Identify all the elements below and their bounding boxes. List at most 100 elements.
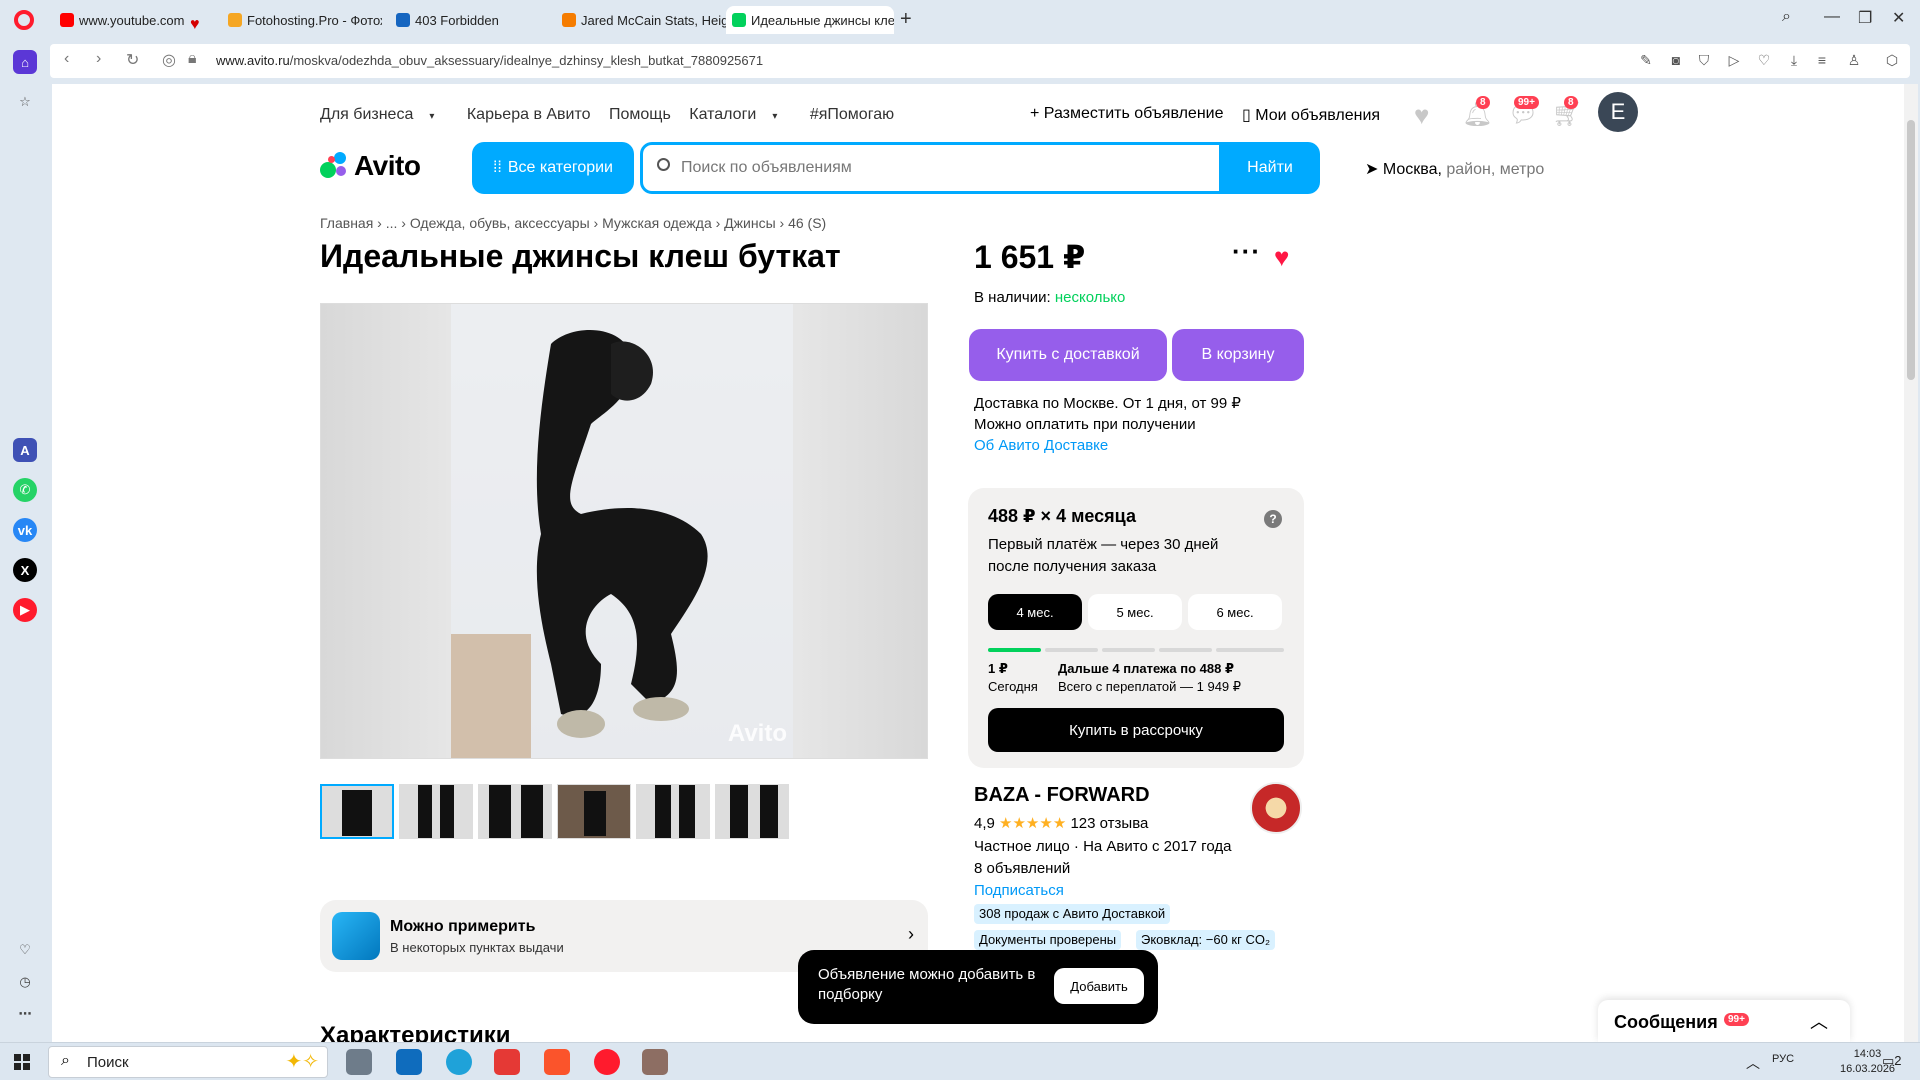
add-to-cart-button[interactable]: В корзину (1172, 329, 1304, 381)
tray-chevron-up-icon[interactable]: ︿ (1746, 1053, 1760, 1073)
tab-youtube[interactable]: www.youtube.com (54, 6, 184, 34)
nav-career[interactable]: Карьера в Авито (467, 106, 591, 123)
star-icon[interactable]: ☆ (13, 90, 37, 114)
thumbnail[interactable] (636, 784, 710, 839)
all-categories-button[interactable]: ⁞⁞ Все категории (472, 142, 634, 194)
close-window-icon[interactable]: ✕ (1892, 8, 1905, 28)
vk-icon[interactable]: vk (13, 518, 37, 542)
delivery-info: Доставка по Москве. От 1 дня, от 99 ₽ Мо… (974, 395, 1241, 456)
more-options-icon[interactable]: ⋯ (13, 1002, 37, 1026)
term-option-4[interactable]: 4 мес. (988, 594, 1082, 630)
new-tab-icon[interactable]: + (900, 8, 912, 31)
messages-badge: 99+ (1514, 96, 1539, 109)
x-twitter-icon[interactable]: X (13, 558, 37, 582)
help-icon[interactable]: ? (1264, 510, 1282, 528)
subscribe-link[interactable]: Подписаться (974, 880, 1231, 902)
edit-icon[interactable]: ✎ (1638, 52, 1654, 68)
thumbnail[interactable] (478, 784, 552, 839)
brave-icon[interactable] (544, 1049, 570, 1075)
seller-rating[interactable]: 4,9 ★★★★★ 123 отзыва (974, 814, 1148, 832)
taskbar-search[interactable]: ⌕ Поиск ✦✧ (48, 1046, 328, 1078)
avatar[interactable]: E (1598, 92, 1638, 132)
search-input[interactable]: Поиск по объявлениям (640, 142, 1222, 194)
buy-installment-button[interactable]: Купить в рассрочку (988, 708, 1284, 752)
thumbnail[interactable] (715, 784, 789, 839)
history-icon[interactable]: ◷ (13, 970, 37, 994)
aria-icon[interactable]: A (13, 438, 37, 462)
favorites-icon[interactable]: ♥ (1414, 100, 1442, 130)
about-delivery-link[interactable]: Об Авито Доставке (974, 435, 1241, 456)
nav-help[interactable]: Помощь (609, 106, 671, 123)
task-view-icon[interactable] (346, 1049, 372, 1075)
back-icon[interactable]: ‹ (64, 50, 69, 68)
thumbnail[interactable] (557, 784, 631, 839)
game-app-icon[interactable] (642, 1049, 668, 1075)
notif-badge: 8 (1476, 96, 1490, 109)
favorites-heart-icon[interactable]: ♡ (13, 938, 37, 962)
try-on-icon (332, 912, 380, 960)
tab-jared-mccain[interactable]: Jared McCain Stats, Heigh (556, 6, 726, 34)
camera-icon[interactable]: ◙ (1668, 52, 1684, 68)
forward-icon[interactable]: › (96, 50, 101, 68)
term-option-6[interactable]: 6 мес. (1188, 594, 1282, 630)
chevron-up-icon[interactable]: ︿ (1810, 1008, 1828, 1034)
seller-name[interactable]: BAZA - FORWARD (974, 784, 1150, 807)
term-option-5[interactable]: 5 мес. (1088, 594, 1182, 630)
menu-icon[interactable]: ≡ (1814, 52, 1830, 68)
scrollbar-thumb[interactable] (1907, 120, 1915, 380)
edge-icon[interactable] (446, 1049, 472, 1075)
photo-thumbnails (320, 784, 789, 839)
tab-search-icon[interactable]: ⌕ (1782, 8, 1791, 26)
home-icon[interactable]: ⌂ (13, 50, 37, 74)
post-ad-link[interactable]: + Разместить объявление (1030, 105, 1224, 123)
search-icon: ⌕ (61, 1052, 70, 1069)
tab-avito-active[interactable]: Идеальные джинсы клеш × (726, 6, 894, 34)
nav-for-business[interactable]: Для бизнеса ▾ (320, 106, 448, 123)
my-ads-link[interactable]: ▯ Мои объявления (1242, 105, 1380, 125)
heart-pin-icon[interactable]: ♥ (190, 16, 200, 34)
seller-avatar[interactable] (1250, 782, 1302, 834)
tab-forbidden[interactable]: 403 Forbidden (390, 6, 550, 34)
toast-add-button[interactable]: Добавить (1054, 968, 1144, 1004)
windows-start-icon[interactable] (14, 1054, 30, 1070)
extension-cube-icon[interactable]: ⬡ (1884, 52, 1900, 68)
outlook-icon[interactable] (396, 1049, 422, 1075)
music-player-icon[interactable]: ▶ (13, 598, 37, 622)
vivaldi-icon[interactable] (494, 1049, 520, 1075)
thumbnail[interactable] (320, 784, 394, 839)
profile-icon[interactable]: ♙ (1846, 52, 1862, 68)
shield-icon[interactable]: ⛉ (1696, 52, 1712, 68)
lock-icon[interactable]: 🔒︎ (188, 50, 197, 68)
whatsapp-icon[interactable]: ✆ (13, 478, 37, 502)
bookmark-heart-icon[interactable]: ♡ (1756, 52, 1772, 68)
language-indicator[interactable]: РУС (1772, 1053, 1794, 1065)
nav-catalogs[interactable]: Каталоги ▾ (689, 106, 791, 123)
url-text[interactable]: www.avito.ru/moskva/odezhda_obuv_aksessu… (216, 53, 763, 68)
location-pin-icon[interactable]: ◎ (162, 50, 176, 70)
reload-icon[interactable]: ↻ (126, 50, 139, 70)
forbidden-site-icon (396, 13, 410, 27)
opera-logo-icon[interactable] (14, 10, 34, 30)
buy-with-delivery-button[interactable]: Купить с доставкой (969, 329, 1167, 381)
thumbnail[interactable] (399, 784, 473, 839)
minimize-icon[interactable]: — (1824, 8, 1840, 26)
main-photo[interactable]: Avito (320, 303, 928, 759)
avito-logo[interactable]: Avito (320, 150, 421, 182)
breadcrumb[interactable]: Главная › ... › Одежда, обувь, аксессуар… (320, 215, 826, 231)
favorite-heart-icon[interactable]: ♥ (1274, 242, 1289, 273)
nav-ya-pomogayu[interactable]: #яПомогаю (810, 106, 894, 123)
seller-info: Частное лицо · На Авито с 2017 года 8 об… (974, 836, 1231, 902)
restore-icon[interactable]: ❐ (1858, 8, 1872, 28)
more-options-icon[interactable]: ··· (1232, 236, 1261, 267)
tab-fotohosting[interactable]: Fotohosting.Pro - Фотохо (222, 6, 382, 34)
characteristics-heading: Характеристики (320, 1022, 511, 1042)
messenger-widget[interactable]: Сообщения 99+ ︿ (1598, 1000, 1850, 1042)
download-icon[interactable]: ⤓ (1786, 52, 1802, 68)
location-selector[interactable]: ➤ Москва, район, метро (1365, 159, 1544, 179)
grid-icon: ⁞⁞ (492, 159, 502, 176)
find-button[interactable]: Найти (1220, 142, 1320, 194)
opera-taskbar-icon[interactable] (594, 1049, 620, 1075)
notification-center-icon[interactable]: ▭2 (1882, 1053, 1902, 1069)
play-icon[interactable]: ▷ (1726, 52, 1742, 68)
installment-card: 488 ₽ × 4 месяца ? Первый платёж — через… (968, 488, 1304, 768)
